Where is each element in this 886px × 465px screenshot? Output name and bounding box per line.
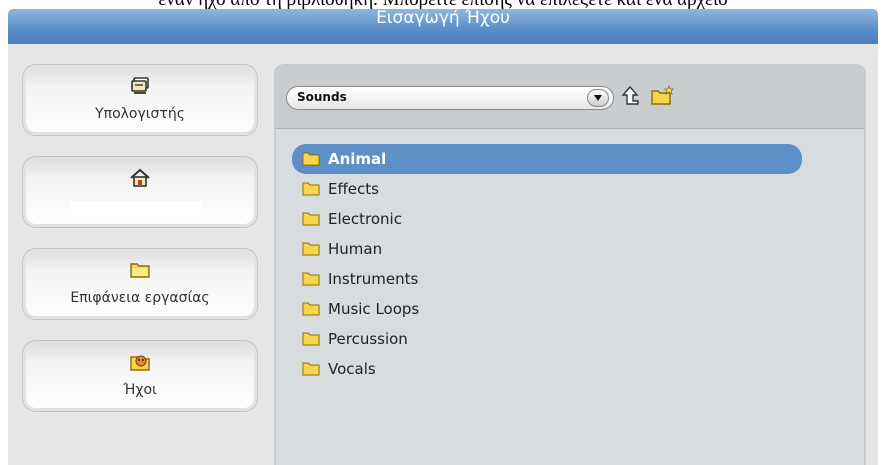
list-item[interactable]: Percussion: [292, 324, 802, 354]
desktop-button[interactable]: Επιφάνεια εργασίας: [22, 248, 258, 320]
list-item[interactable]: Electronic: [292, 204, 802, 234]
sounds-button[interactable]: Ήχοι: [22, 340, 258, 412]
home-icon: [23, 167, 257, 191]
folder-icon: [302, 362, 320, 376]
list-item[interactable]: Music Loops: [292, 294, 802, 324]
list-item[interactable]: Effects: [292, 174, 802, 204]
home-button[interactable]: [22, 156, 258, 228]
list-item-label: Animal: [328, 150, 387, 168]
new-folder-icon[interactable]: [650, 84, 674, 108]
computer-icon: [23, 75, 257, 99]
dialog-title: Εισαγωγή Ήχου: [376, 8, 510, 28]
folder-icon: [23, 259, 257, 283]
folder-icon: [302, 332, 320, 346]
file-browser: Sounds Animal Effects Electronic Human I…: [274, 64, 866, 465]
list-item[interactable]: Animal: [292, 144, 802, 174]
sounds-label: Ήχοι: [123, 382, 157, 398]
folder-icon: [302, 302, 320, 316]
folder-icon: [302, 182, 320, 196]
list-item[interactable]: Vocals: [292, 354, 802, 384]
up-folder-icon[interactable]: [618, 84, 642, 108]
sounds-icon: [23, 351, 257, 375]
computer-button[interactable]: Υπολογιστής: [22, 64, 258, 136]
dialog-title-bar: Εισαγωγή Ήχου: [8, 8, 878, 44]
list-item-label: Electronic: [328, 210, 402, 228]
home-user-name-field: [71, 201, 201, 221]
list-item-label: Music Loops: [328, 300, 420, 318]
desktop-label: Επιφάνεια εργασίας: [70, 290, 210, 306]
list-item[interactable]: Human: [292, 234, 802, 264]
dropdown-arrow-icon[interactable]: [587, 89, 609, 107]
folder-icon: [302, 242, 320, 256]
folder-icon: [302, 152, 320, 166]
list-item-label: Instruments: [328, 270, 419, 288]
folder-icon: [302, 212, 320, 226]
current-folder-label: Sounds: [297, 90, 347, 104]
file-browser-toolbar: Sounds: [276, 66, 864, 129]
list-item[interactable]: Instruments: [292, 264, 802, 294]
folder-list: Animal Effects Electronic Human Instrume…: [292, 144, 802, 384]
list-item-label: Effects: [328, 180, 379, 198]
list-item-label: Vocals: [328, 360, 376, 378]
folder-icon: [302, 272, 320, 286]
list-item-label: Percussion: [328, 330, 408, 348]
folder-dropdown[interactable]: Sounds: [286, 86, 614, 110]
computer-label: Υπολογιστής: [95, 106, 185, 122]
list-item-label: Human: [328, 240, 383, 258]
